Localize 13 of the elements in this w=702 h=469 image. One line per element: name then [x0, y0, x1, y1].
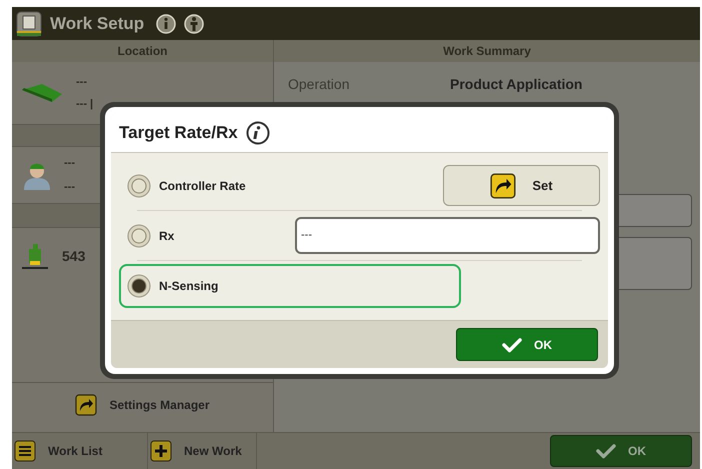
location-text: --- | [76, 97, 94, 112]
option-label: Controller Rate [159, 178, 246, 194]
location-text: --- [76, 74, 88, 90]
window-title: Work Setup [50, 12, 144, 35]
operator-text: --- [64, 180, 75, 195]
column-heading: Location [12, 40, 273, 62]
machine-name: 543 [62, 246, 86, 266]
option-label: N-Sensing [159, 278, 218, 295]
column-heading: Work Summary [274, 40, 700, 62]
option-label: Rx [159, 228, 174, 244]
row-label: Operation [288, 74, 350, 94]
row-value: Product Application [450, 74, 582, 94]
operator-text: --- [64, 156, 75, 170]
